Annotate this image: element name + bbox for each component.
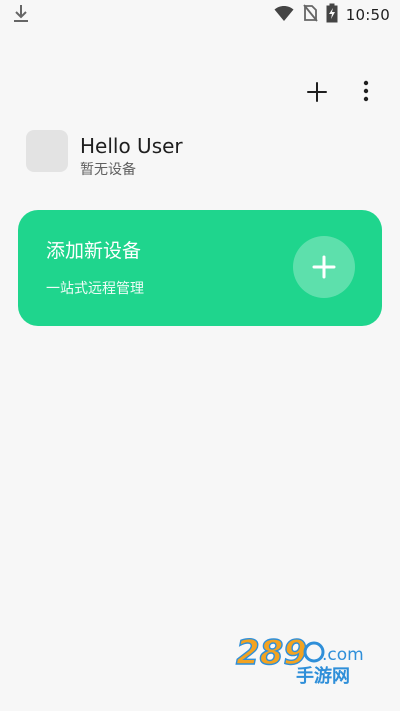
app-screen: 10:50 Hello User 暂无设备 添加新设备 一站式远程管理 289 xyxy=(0,0,400,711)
wifi-icon xyxy=(274,4,294,26)
add-device-subtitle: 一站式远程管理 xyxy=(46,281,144,297)
status-time: 10:50 xyxy=(345,6,390,24)
add-device-title: 添加新设备 xyxy=(46,240,142,262)
status-icons: 10:50 xyxy=(274,3,390,27)
more-vertical-icon[interactable] xyxy=(358,80,374,102)
download-icon xyxy=(12,4,30,24)
site-watermark-logo: 289 .com 手游网 xyxy=(234,630,379,688)
plus-icon[interactable] xyxy=(306,81,328,103)
avatar[interactable] xyxy=(26,130,68,172)
device-status-text: 暂无设备 xyxy=(80,162,136,178)
battery-charging-icon xyxy=(326,3,338,27)
add-device-card[interactable]: 添加新设备 一站式远程管理 xyxy=(18,210,382,326)
no-sim-icon xyxy=(302,4,318,26)
svg-text:手游网: 手游网 xyxy=(296,665,350,687)
add-device-button[interactable] xyxy=(293,236,355,298)
user-name: Hello User xyxy=(80,134,183,158)
plus-icon xyxy=(312,255,336,279)
status-bar: 10:50 xyxy=(0,0,400,30)
svg-text:.com: .com xyxy=(322,645,364,665)
